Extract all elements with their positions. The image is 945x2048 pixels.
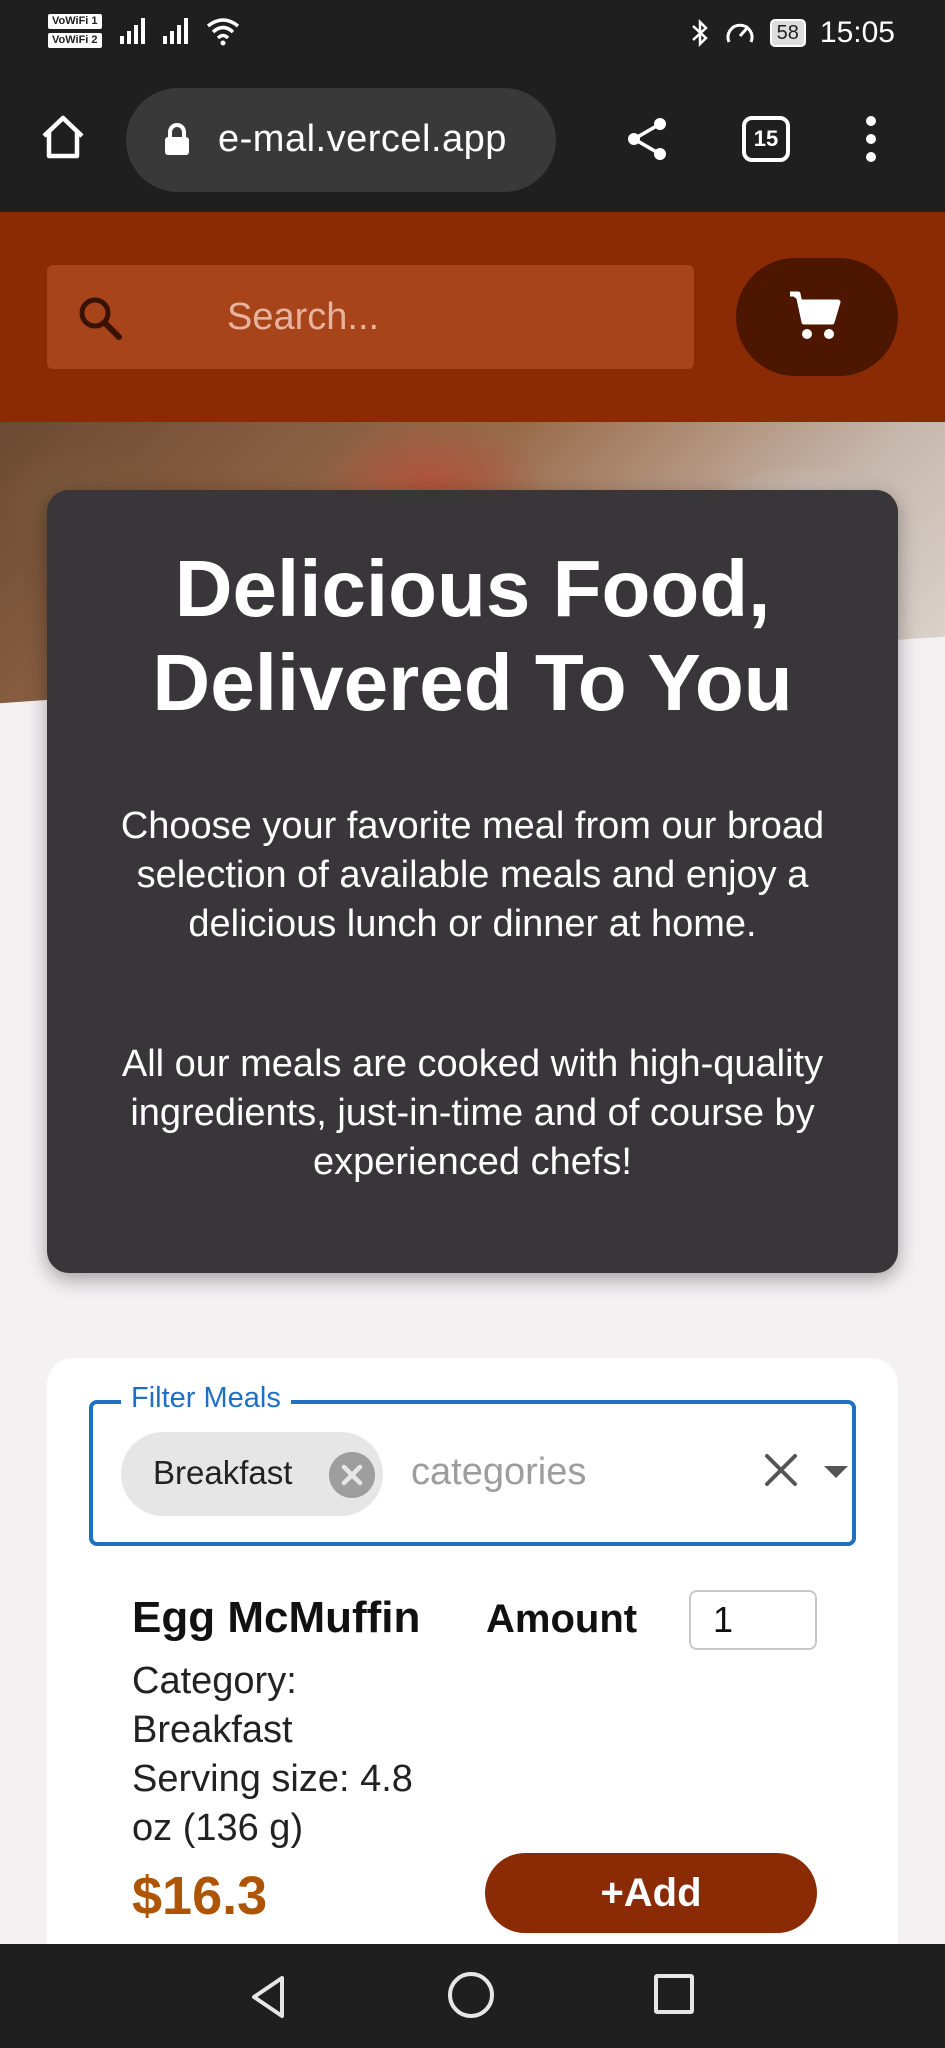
meal-item: Egg McMuffin Amount Category: Breakfast … [84, 1585, 824, 2005]
app-header [0, 212, 945, 422]
recents-icon[interactable] [654, 1974, 694, 2014]
vowifi-1-label: VoWiFi 1 [48, 14, 102, 29]
search-box[interactable] [47, 265, 694, 369]
category-chip[interactable]: Breakfast [121, 1432, 383, 1516]
vowifi-2-label: VoWiFi 2 [48, 33, 102, 48]
home-nav-icon[interactable] [448, 1972, 494, 2018]
home-icon[interactable] [38, 112, 88, 162]
amount-label: Amount [486, 1597, 638, 1641]
lock-icon [165, 123, 189, 155]
search-icon [79, 297, 122, 340]
amount-input[interactable] [689, 1590, 817, 1650]
summary-paragraph-2: All our meals are cooked with high-quali… [121, 1043, 824, 1183]
meal-serving-size: Serving size: 4.8 oz (136 g) [132, 1758, 413, 1849]
filter-label: Filter Meals [121, 1382, 291, 1415]
meal-name: Egg McMuffin [132, 1593, 421, 1642]
tab-switcher-button[interactable]: 15 [742, 116, 790, 162]
signal-2-icon [162, 18, 188, 44]
back-icon[interactable] [248, 1974, 288, 2020]
meal-description: Category: Breakfast Serving size: 4.8 oz… [132, 1657, 462, 1853]
summary-paragraph-1: Choose your favorite meal from our broad… [120, 805, 825, 945]
system-navigation-bar [0, 1944, 945, 2048]
chip-remove-icon[interactable] [329, 1452, 375, 1498]
overflow-menu-icon[interactable] [866, 116, 878, 166]
cart-icon [790, 291, 841, 339]
address-bar[interactable]: e-mal.vercel.app [126, 88, 556, 192]
battery-indicator: 58 [769, 19, 806, 47]
category-chip-label: Breakfast [153, 1454, 293, 1491]
filter-meals-field[interactable]: Filter Meals Breakfast [89, 1382, 856, 1546]
meal-price: $16.3 [132, 1866, 268, 1926]
status-bar: VoWiFi 1 VoWiFi 2 58 15:05 [0, 0, 945, 72]
meal-category: Category: Breakfast [132, 1660, 297, 1751]
browser-toolbar: e-mal.vercel.app 15 [0, 72, 945, 212]
clock: 15:05 [819, 16, 895, 49]
dropdown-arrow-icon[interactable] [821, 1462, 851, 1482]
url-text: e-mal.vercel.app [218, 118, 507, 160]
share-icon[interactable] [622, 114, 672, 164]
speed-icon [726, 23, 754, 43]
search-input[interactable] [227, 289, 667, 345]
category-search-input[interactable] [411, 1444, 651, 1500]
summary-title: Delicious Food, Delivered To You [152, 544, 793, 727]
cart-button[interactable] [736, 258, 898, 376]
add-to-cart-button[interactable]: +Add [485, 1853, 817, 1933]
clear-icon[interactable] [761, 1450, 801, 1490]
meals-summary-card: Delicious Food, Delivered To You Choose … [47, 490, 898, 1273]
signal-1-icon [119, 18, 145, 44]
bluetooth-icon [691, 18, 708, 48]
vowifi-indicators: VoWiFi 1 VoWiFi 2 [48, 14, 102, 48]
wifi-icon [206, 18, 239, 46]
